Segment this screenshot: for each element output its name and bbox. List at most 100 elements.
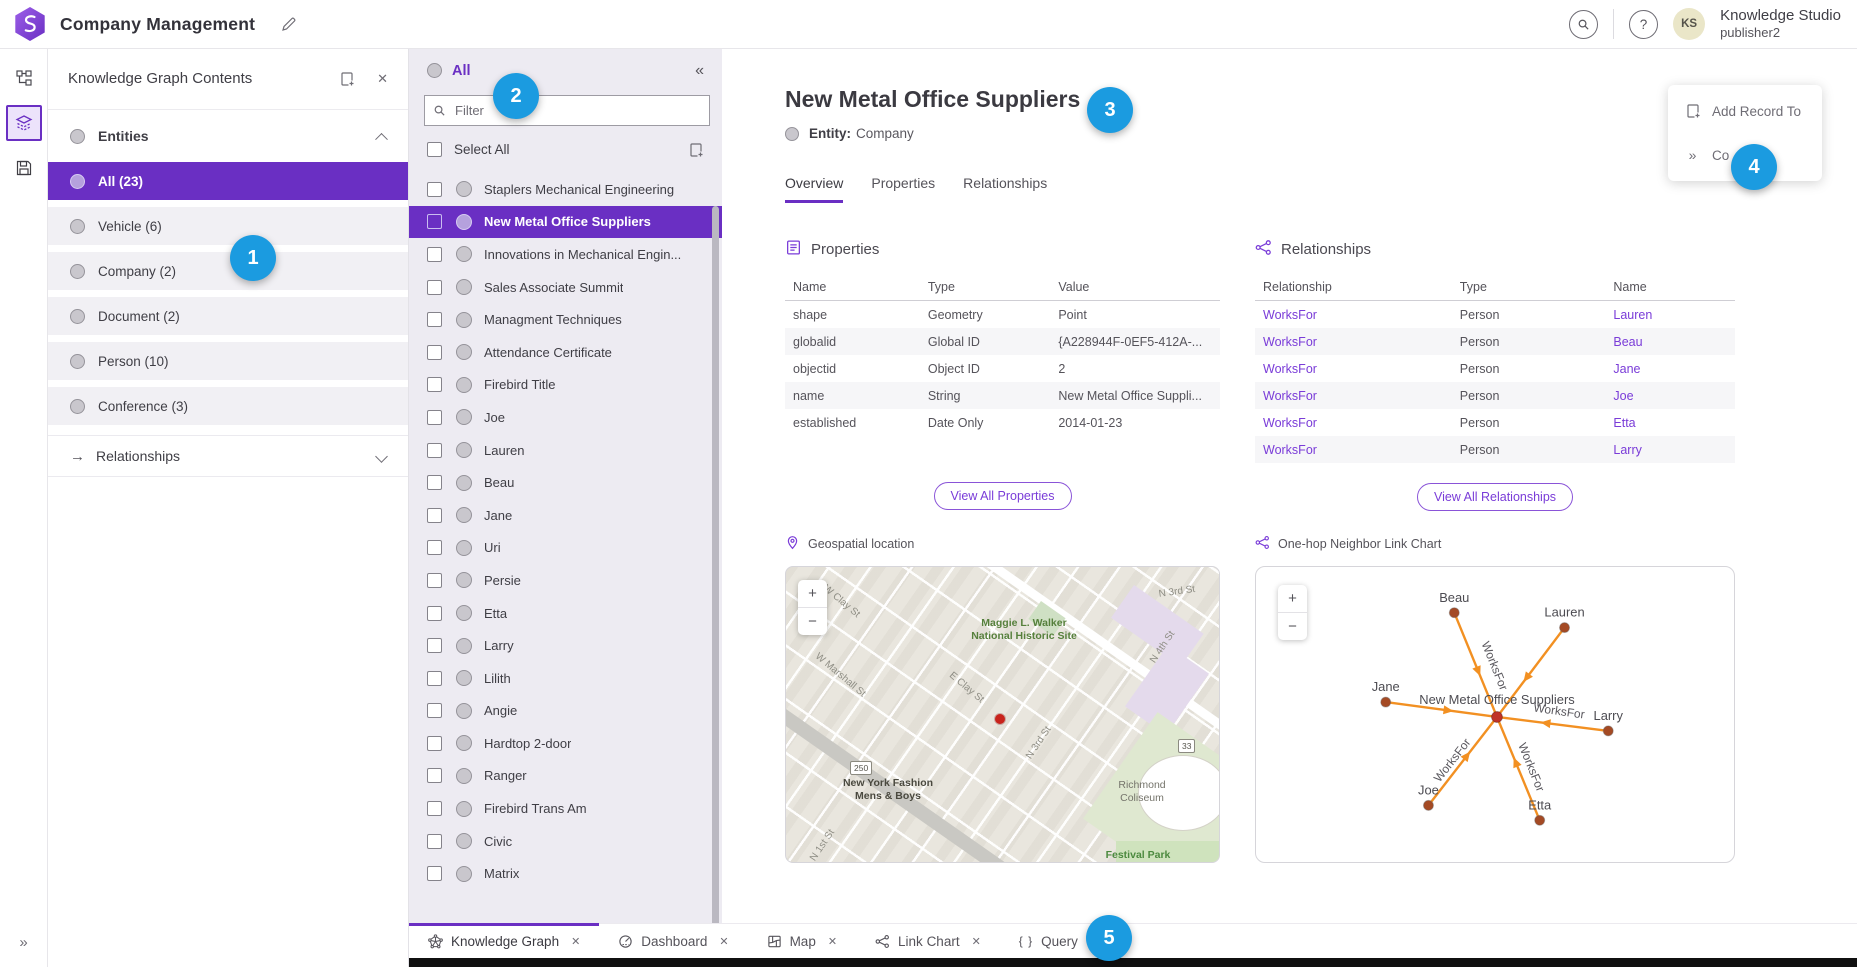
zoom-in-button[interactable]: + (1278, 585, 1307, 612)
item-checkbox[interactable] (427, 475, 442, 490)
list-item[interactable]: Angie (409, 695, 722, 728)
entity-type-item-person-10-[interactable]: Person (10) (48, 342, 408, 380)
avatar[interactable]: KS (1673, 8, 1705, 40)
zoom-in-button[interactable]: + (798, 580, 827, 607)
item-checkbox[interactable] (427, 508, 442, 523)
help-icon[interactable]: ? (1629, 10, 1658, 39)
list-item[interactable]: Firebird Title (409, 369, 722, 402)
item-checkbox[interactable] (427, 703, 442, 718)
view-all-relationships-button[interactable]: View All Relationships (1417, 483, 1573, 511)
entity-type-item-document-2-[interactable]: Document (2) (48, 297, 408, 335)
list-item[interactable]: Larry (409, 629, 722, 662)
item-checkbox[interactable] (427, 638, 442, 653)
user-menu[interactable]: Knowledge Studio publisher2 (1720, 7, 1841, 41)
item-checkbox[interactable] (427, 247, 442, 262)
list-item[interactable]: Firebird Trans Am (409, 792, 722, 825)
list-item[interactable]: Jane (409, 499, 722, 532)
bottom-tab-query[interactable]: { }Query (1000, 924, 1097, 958)
list-item[interactable]: Staplers Mechanical Engineering (409, 173, 722, 206)
cell-link[interactable]: Lauren (1605, 301, 1735, 329)
node-new-metal-office-suppliers[interactable] (1492, 712, 1503, 723)
tab-relationships[interactable]: Relationships (963, 175, 1047, 203)
item-checkbox[interactable] (427, 834, 442, 849)
list-item[interactable]: Innovations in Mechanical Engin... (409, 238, 722, 271)
item-checkbox[interactable] (427, 801, 442, 816)
tab-properties[interactable]: Properties (871, 175, 935, 203)
cell-link[interactable]: Larry (1605, 436, 1735, 463)
node-beau[interactable] (1449, 608, 1459, 618)
list-item[interactable]: Uri (409, 532, 722, 565)
list-item[interactable]: Hardtop 2-door (409, 727, 722, 760)
close-tab-icon[interactable]: ✕ (719, 935, 728, 948)
menu-item-add-record-to[interactable]: Add Record To (1668, 89, 1822, 133)
add-record-icon[interactable] (688, 142, 704, 158)
item-checkbox[interactable] (427, 540, 442, 555)
list-item[interactable]: Managment Techniques (409, 303, 722, 336)
entity-type-item-company-2-[interactable]: Company (2) (48, 252, 408, 290)
entity-type-item-vehicle-6-[interactable]: Vehicle (6) (48, 207, 408, 245)
item-checkbox[interactable] (427, 573, 442, 588)
cell-link[interactable]: WorksFor (1255, 301, 1452, 329)
close-panel-icon[interactable]: ✕ (377, 71, 388, 87)
save-icon[interactable] (6, 150, 42, 186)
entity-type-item-all-23-[interactable]: All (23) (48, 162, 408, 200)
list-item[interactable]: New Metal Office Suppliers (409, 206, 722, 239)
item-checkbox[interactable] (427, 377, 442, 392)
node-jane[interactable] (1381, 697, 1391, 707)
view-all-properties-button[interactable]: View All Properties (934, 482, 1072, 510)
cell-link[interactable]: WorksFor (1255, 409, 1452, 436)
cell-link[interactable]: Joe (1605, 382, 1735, 409)
item-checkbox[interactable] (427, 280, 442, 295)
list-item[interactable]: Beau (409, 466, 722, 499)
list-item[interactable]: Ranger (409, 760, 722, 793)
list-item[interactable]: Sales Associate Summit (409, 271, 722, 304)
cell-link[interactable]: Jane (1605, 355, 1735, 382)
list-item[interactable]: Attendance Certificate (409, 336, 722, 369)
list-item[interactable]: Joe (409, 401, 722, 434)
add-record-icon[interactable] (339, 71, 355, 87)
item-checkbox[interactable] (427, 345, 442, 360)
node-joe[interactable] (1423, 800, 1433, 810)
close-tab-icon[interactable]: ✕ (828, 935, 837, 948)
zoom-out-button[interactable]: − (798, 607, 827, 635)
edit-title-icon[interactable] (281, 16, 297, 32)
link-chart-canvas[interactable]: WorksForWorksForWorksForWorksForBeauLaur… (1255, 566, 1735, 863)
cell-link[interactable]: WorksFor (1255, 328, 1452, 355)
item-checkbox[interactable] (427, 671, 442, 686)
item-checkbox[interactable] (427, 606, 442, 621)
item-checkbox[interactable] (427, 866, 442, 881)
list-item[interactable]: Lilith (409, 662, 722, 695)
list-item[interactable]: Persie (409, 564, 722, 597)
scrollbar-thumb[interactable] (712, 206, 719, 951)
bottom-tab-link-chart[interactable]: Link Chart✕ (856, 924, 1000, 958)
list-item[interactable]: Civic (409, 825, 722, 858)
geospatial-map[interactable]: W Clay StW Marshall StE Clay StN 3rd StN… (785, 566, 1220, 863)
list-header-all[interactable]: All (452, 63, 471, 79)
relationships-section-header[interactable]: → Relationships (48, 435, 408, 477)
cell-link[interactable]: Beau (1605, 328, 1735, 355)
item-checkbox[interactable] (427, 736, 442, 751)
entities-section-header[interactable]: Entities (48, 110, 408, 162)
node-etta[interactable] (1535, 815, 1545, 825)
cell-link[interactable]: WorksFor (1255, 382, 1452, 409)
bottom-tab-knowledge-graph[interactable]: Knowledge Graph✕ (409, 924, 599, 958)
search-icon[interactable] (1569, 10, 1598, 39)
data-model-icon[interactable] (6, 60, 42, 96)
node-larry[interactable] (1603, 726, 1613, 736)
item-checkbox[interactable] (427, 443, 442, 458)
list-item[interactable]: Etta (409, 597, 722, 630)
tab-overview[interactable]: Overview (785, 175, 843, 203)
entity-type-item-conference-3-[interactable]: Conference (3) (48, 387, 408, 425)
node-lauren[interactable] (1560, 623, 1570, 633)
item-checkbox[interactable] (427, 410, 442, 425)
select-all-checkbox[interactable] (427, 142, 442, 157)
cell-link[interactable]: WorksFor (1255, 436, 1452, 463)
list-item[interactable]: Lauren (409, 434, 722, 467)
expand-panel-icon[interactable]: » (0, 934, 47, 951)
zoom-out-button[interactable]: − (1278, 612, 1307, 640)
list-item[interactable]: Matrix (409, 857, 722, 890)
cell-link[interactable]: Etta (1605, 409, 1735, 436)
filter-input[interactable] (424, 95, 710, 126)
bottom-tab-map[interactable]: Map✕ (748, 924, 856, 958)
cell-link[interactable]: WorksFor (1255, 355, 1452, 382)
